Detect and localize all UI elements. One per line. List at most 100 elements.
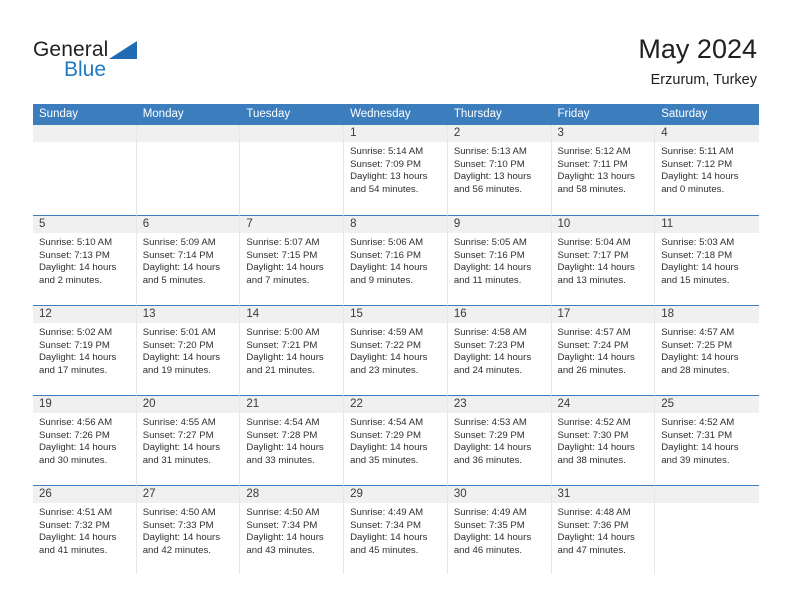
day-detail: Sunrise: 4:51 AM Sunset: 7:32 PM Daylight:…	[39, 507, 133, 557]
day-detail: Sunrise: 4:57 AM Sunset: 7:24 PM Daylight:…	[558, 327, 652, 377]
sunrise-text: Sunrise: 4:51 AM	[39, 507, 113, 518]
sunset-text: Sunset: 7:25 PM	[661, 339, 733, 351]
calendar-week-row: 26 Sunrise: 4:51 AM Sunset: 7:32 PM Dayligh…	[33, 484, 759, 574]
day-number: 16	[453, 308, 467, 320]
calendar-day-cell[interactable]: 12 Sunrise: 5:02 AM Sunset: 7:19 PM Dayligh…	[33, 305, 137, 394]
daylight-text-line1: Daylight: 14 hours	[39, 442, 117, 454]
calendar-day-cell-empty	[240, 125, 345, 214]
calendar-day-cell-empty	[655, 485, 759, 574]
day-number-band	[33, 216, 136, 233]
sunset-text: Sunset: 7:13 PM	[39, 249, 110, 261]
daylight-text-line1: Daylight: 14 hours	[39, 262, 117, 274]
daylight-text-line2: and 26 minutes.	[557, 364, 626, 376]
calendar-day-cell[interactable]: 30 Sunrise: 4:49 AM Sunset: 7:35 PM Dayligh…	[447, 485, 552, 574]
calendar-day-cell[interactable]: 16 Sunrise: 4:58 AM Sunset: 7:23 PM Dayligh…	[447, 305, 552, 394]
calendar-day-cell[interactable]: 22 Sunrise: 4:54 AM Sunset: 7:29 PM Dayligh…	[344, 395, 448, 484]
daylight-text-line2: and 2 minutes.	[39, 274, 102, 286]
dow-friday: Friday	[557, 108, 590, 120]
calendar-day-cell[interactable]: 29 Sunrise: 4:49 AM Sunset: 7:34 PM Dayligh…	[344, 485, 448, 574]
calendar-day-cell[interactable]: 21 Sunrise: 4:54 AM Sunset: 7:28 PM Dayligh…	[240, 395, 345, 484]
daylight-text-line1: Daylight: 14 hours	[350, 352, 428, 364]
logo-text-blue: Blue	[64, 58, 107, 81]
day-detail: Sunrise: 5:07 AM Sunset: 7:15 PM Daylight:…	[246, 237, 340, 287]
sunrise-text: Sunrise: 5:06 AM	[350, 237, 424, 248]
sunset-text: Sunset: 7:23 PM	[453, 339, 525, 351]
daylight-text-line1: Daylight: 14 hours	[557, 352, 635, 364]
calendar-day-cell[interactable]: 18 Sunrise: 4:57 AM Sunset: 7:25 PM Dayligh…	[655, 305, 759, 394]
daylight-text-line1: Daylight: 14 hours	[453, 442, 532, 454]
calendar-day-cell[interactable]: 24 Sunrise: 4:52 AM Sunset: 7:30 PM Dayligh…	[551, 395, 656, 484]
daylight-text-line1: Daylight: 14 hours	[350, 442, 428, 454]
calendar-day-cell[interactable]: 3 Sunrise: 5:12 AM Sunset: 7:11 PM Daylight…	[551, 125, 656, 214]
daylight-text-line1: Daylight: 14 hours	[39, 532, 117, 544]
day-number: 22	[350, 398, 363, 410]
calendar-day-cell[interactable]: 23 Sunrise: 4:53 AM Sunset: 7:29 PM Dayligh…	[447, 395, 552, 484]
daylight-text-line2: and 7 minutes.	[246, 274, 310, 286]
sunset-text: Sunset: 7:31 PM	[661, 429, 733, 441]
day-number: 4	[661, 127, 668, 139]
calendar-week-row: 5 Sunrise: 5:10 AM Sunset: 7:13 PM Daylight…	[33, 214, 759, 304]
sunrise-text: Sunrise: 5:01 AM	[142, 327, 216, 338]
sunrise-text: Sunrise: 4:50 AM	[246, 507, 320, 518]
calendar-day-cell[interactable]: 27 Sunrise: 4:50 AM Sunset: 7:33 PM Dayligh…	[136, 485, 241, 574]
daylight-text-line2: and 17 minutes.	[39, 364, 108, 376]
day-number: 5	[39, 218, 46, 230]
day-detail: Sunrise: 4:54 AM Sunset: 7:29 PM Daylight:…	[350, 417, 444, 467]
sunset-text: Sunset: 7:21 PM	[246, 339, 318, 351]
calendar-day-cell[interactable]: 14 Sunrise: 5:00 AM Sunset: 7:21 PM Dayligh…	[240, 305, 345, 394]
sunset-text: Sunset: 7:35 PM	[453, 519, 525, 531]
day-detail: Sunrise: 4:56 AM Sunset: 7:26 PM Daylight:…	[39, 417, 133, 467]
calendar-day-cell[interactable]: 1 Sunrise: 5:14 AM Sunset: 7:09 PM Daylight…	[344, 125, 448, 214]
calendar-day-cell[interactable]: 13 Sunrise: 5:01 AM Sunset: 7:20 PM Dayligh…	[136, 305, 241, 394]
day-number: 30	[453, 488, 467, 500]
calendar-day-cell[interactable]: 17 Sunrise: 4:57 AM Sunset: 7:24 PM Dayligh…	[551, 305, 656, 394]
sunset-text: Sunset: 7:10 PM	[453, 158, 525, 170]
calendar-day-cell[interactable]: 19 Sunrise: 4:56 AM Sunset: 7:26 PM Dayligh…	[33, 395, 137, 484]
daylight-text-line2: and 46 minutes.	[453, 544, 523, 556]
daylight-text-line2: and 30 minutes.	[39, 454, 108, 466]
sunrise-text: Sunrise: 4:54 AM	[350, 417, 424, 428]
sunset-text: Sunset: 7:16 PM	[350, 249, 422, 261]
daylight-text-line2: and 5 minutes.	[142, 274, 206, 286]
calendar-day-cell[interactable]: 25 Sunrise: 4:52 AM Sunset: 7:31 PM Dayligh…	[655, 395, 759, 484]
daylight-text-line2: and 13 minutes.	[557, 274, 626, 286]
calendar-day-cell[interactable]: 9 Sunrise: 5:05 AM Sunset: 7:16 PM Daylight…	[447, 215, 552, 304]
calendar-day-cell[interactable]: 28 Sunrise: 4:50 AM Sunset: 7:34 PM Dayligh…	[240, 485, 345, 574]
day-number: 10	[557, 218, 571, 230]
sunset-text: Sunset: 7:12 PM	[661, 158, 733, 170]
daylight-text-line1: Daylight: 14 hours	[350, 532, 428, 544]
page-subtitle-location: Erzurum, Turkey	[650, 72, 757, 88]
calendar-day-cell[interactable]: 31 Sunrise: 4:48 AM Sunset: 7:36 PM Dayligh…	[551, 485, 656, 574]
sunset-text: Sunset: 7:24 PM	[557, 339, 629, 351]
day-number: 1	[350, 127, 357, 139]
dow-saturday: Saturday	[661, 108, 708, 120]
sunrise-text: Sunrise: 4:49 AM	[350, 507, 424, 518]
daylight-text-line1: Daylight: 14 hours	[453, 262, 532, 274]
daylight-text-line1: Daylight: 13 hours	[557, 171, 635, 183]
calendar-day-cell[interactable]: 7 Sunrise: 5:07 AM Sunset: 7:15 PM Daylight…	[240, 215, 345, 304]
calendar-day-cell[interactable]: 10 Sunrise: 5:04 AM Sunset: 7:17 PM Dayligh…	[551, 215, 656, 304]
day-detail: Sunrise: 5:01 AM Sunset: 7:20 PM Daylight:…	[143, 327, 237, 377]
day-number: 29	[350, 488, 363, 500]
calendar-day-cell[interactable]: 20 Sunrise: 4:55 AM Sunset: 7:27 PM Dayligh…	[136, 395, 241, 484]
sunrise-text: Sunrise: 5:12 AM	[557, 146, 631, 157]
calendar-day-cell[interactable]: 4 Sunrise: 5:11 AM Sunset: 7:12 PM Daylight…	[655, 125, 759, 214]
calendar-day-cell[interactable]: 5 Sunrise: 5:10 AM Sunset: 7:13 PM Daylight…	[33, 215, 137, 304]
calendar-day-cell[interactable]: 26 Sunrise: 4:51 AM Sunset: 7:32 PM Dayligh…	[33, 485, 137, 574]
day-detail: Sunrise: 4:49 AM Sunset: 7:35 PM Daylight:…	[454, 507, 548, 557]
sunrise-text: Sunrise: 4:48 AM	[557, 507, 631, 518]
dow-wednesday: Wednesday	[350, 108, 411, 120]
day-number-band	[551, 125, 655, 142]
day-number: 15	[350, 308, 363, 320]
daylight-text-line1: Daylight: 14 hours	[142, 532, 221, 544]
daylight-text-line2: and 43 minutes.	[246, 544, 315, 556]
calendar-day-cell[interactable]: 2 Sunrise: 5:13 AM Sunset: 7:10 PM Daylight…	[447, 125, 552, 214]
sunrise-text: Sunrise: 5:05 AM	[453, 237, 527, 248]
calendar-day-cell[interactable]: 15 Sunrise: 4:59 AM Sunset: 7:22 PM Dayligh…	[344, 305, 448, 394]
daylight-text-line2: and 15 minutes.	[661, 274, 730, 286]
calendar-day-cell[interactable]: 6 Sunrise: 5:09 AM Sunset: 7:14 PM Daylight…	[136, 215, 241, 304]
day-number-band	[136, 216, 240, 233]
sunrise-text: Sunrise: 4:49 AM	[453, 507, 527, 518]
calendar-day-cell[interactable]: 8 Sunrise: 5:06 AM Sunset: 7:16 PM Daylight…	[344, 215, 448, 304]
calendar-day-cell[interactable]: 11 Sunrise: 5:03 AM Sunset: 7:18 PM Dayligh…	[655, 215, 759, 304]
